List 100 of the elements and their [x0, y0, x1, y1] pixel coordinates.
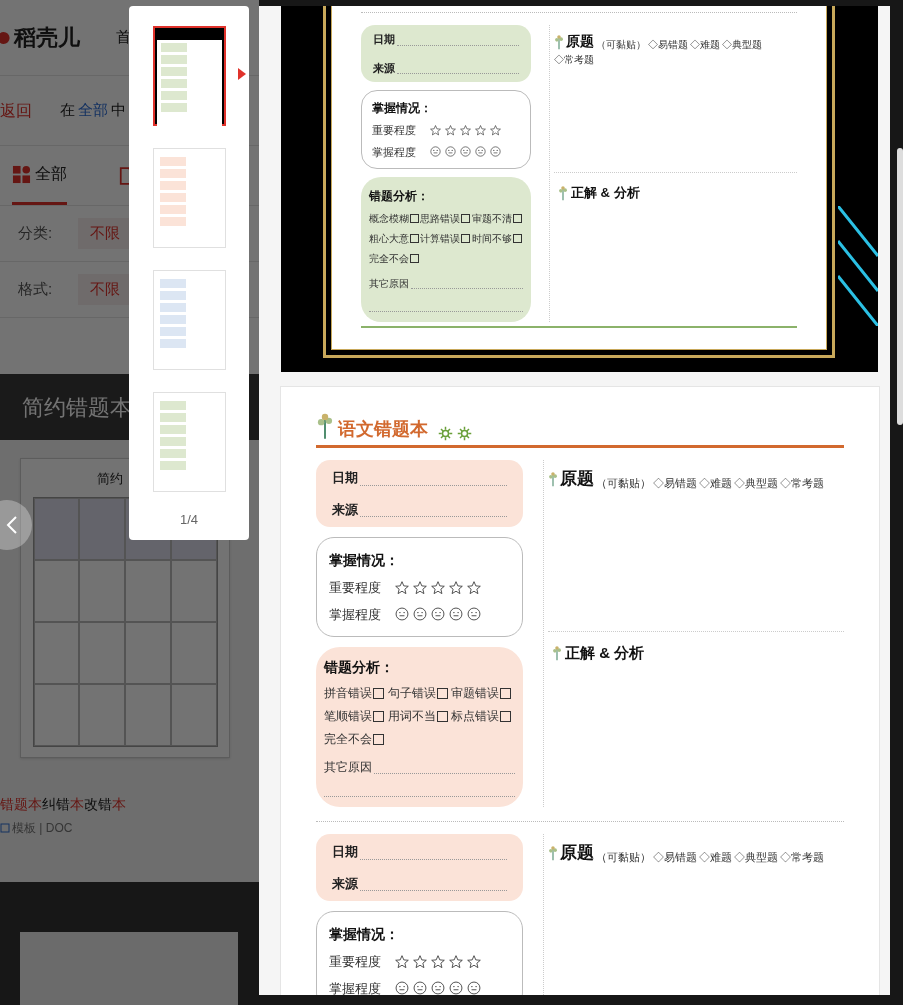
option-label: 完全不会: [324, 731, 372, 748]
face-icon: [413, 981, 427, 995]
star-icon: [490, 124, 501, 136]
preview-title: 简约: [97, 470, 123, 488]
face-icon: [475, 146, 486, 158]
checkbox[interactable]: [373, 733, 384, 745]
question-type-label: ◇易错题: [653, 850, 697, 865]
scrollbar-thumb[interactable]: [897, 148, 903, 425]
tree-icon: [554, 33, 564, 50]
checkbox[interactable]: [500, 710, 512, 722]
checkbox[interactable]: [512, 234, 522, 243]
checkbox[interactable]: [500, 687, 512, 699]
section-title: 掌握情况：: [329, 925, 400, 944]
option-label: 计算错误: [420, 232, 461, 246]
face-icon: [460, 146, 471, 158]
star-icon: [413, 954, 427, 969]
field-label: 来源: [332, 874, 358, 893]
option-label: 粗心大意: [369, 232, 409, 246]
paste-note: （可黏贴）: [596, 476, 651, 491]
section-title: 原题: [560, 468, 594, 490]
nav-link[interactable]: 首: [116, 26, 131, 49]
rating-label: 掌握程度: [329, 605, 381, 624]
face-icon: [430, 146, 441, 158]
checkbox[interactable]: [461, 214, 471, 223]
face-icon: [467, 607, 481, 622]
checkbox[interactable]: [410, 254, 419, 263]
field-label: 日期: [332, 469, 358, 487]
face-icon: [490, 146, 501, 158]
question-type-label: ◇典型题: [734, 850, 778, 865]
option-label: 完全不会: [369, 252, 409, 266]
scope-text: 中: [111, 100, 126, 121]
checkbox[interactable]: [512, 214, 522, 223]
category-tab[interactable]: 全部: [12, 146, 67, 205]
checkbox[interactable]: [373, 687, 384, 699]
rating-label: 重要程度: [372, 123, 416, 138]
section-title: 错题分析：: [324, 658, 395, 677]
pointer-icon: [237, 68, 246, 80]
star-icon: [449, 580, 463, 595]
template-title[interactable]: 错题本纠错本改错本: [0, 794, 259, 815]
star-icon: [460, 124, 471, 136]
option-label: 标点错误: [451, 708, 500, 725]
scope-link[interactable]: 全部: [78, 99, 108, 122]
question-type-label: ◇难题: [699, 850, 732, 865]
page-title: 语文错题本: [338, 418, 428, 441]
filter-label: 格式:: [18, 279, 53, 300]
banner-title: 简约错题本: [22, 393, 132, 422]
star-icon: [467, 580, 481, 595]
checkbox[interactable]: [461, 234, 471, 243]
section-title: 原题: [560, 842, 594, 864]
face-icon: [445, 146, 456, 158]
section-title: 掌握情况：: [329, 551, 400, 570]
option-label: 句子错误: [387, 685, 436, 702]
face-icon: [449, 981, 463, 995]
field-label: 日期: [373, 32, 395, 47]
option-label: 审题错误: [451, 685, 500, 702]
question-type-label: ◇典型题: [722, 38, 762, 52]
chevron-left-icon: [6, 515, 18, 535]
question-type-label: ◇典型题: [734, 476, 778, 491]
section-title: 原题: [566, 32, 594, 51]
field-label: 来源: [373, 60, 395, 76]
face-icon: [395, 607, 409, 622]
option-label: 思路错误: [420, 212, 461, 226]
section-title: 错题分析：: [369, 188, 430, 205]
checkbox[interactable]: [410, 214, 419, 223]
back-link[interactable]: 返回: [0, 98, 32, 123]
question-type-label: ◇常考题: [554, 53, 594, 67]
paste-note: （可黏贴）: [596, 38, 646, 52]
checkbox[interactable]: [373, 710, 384, 722]
gear-icon: [457, 426, 472, 441]
field-label: 其它原因: [369, 277, 409, 291]
logo-text[interactable]: 稻壳儿: [14, 21, 80, 54]
option-label: 拼音错误: [324, 685, 372, 702]
paste-note: （可黏贴）: [596, 850, 651, 865]
tree-icon: [552, 645, 562, 662]
scope-text: 在: [60, 100, 75, 121]
face-icon: [467, 981, 481, 995]
face-icon: [431, 607, 445, 622]
star-icon: [395, 580, 409, 595]
option-label: 时间不够: [471, 232, 512, 246]
question-type-label: ◇难题: [690, 38, 720, 52]
checkbox[interactable]: [436, 687, 448, 699]
rating-label: 掌握程度: [372, 144, 416, 160]
tree-icon: [548, 470, 558, 487]
gear-icon: [438, 426, 453, 441]
rating-label: 重要程度: [329, 953, 381, 971]
filter-label: 分类:: [18, 223, 53, 244]
star-icon: [475, 124, 486, 136]
page-counter: 1/4: [179, 511, 199, 529]
star-icon: [395, 954, 409, 969]
option-label: 笔顺错误: [324, 708, 372, 725]
tree-icon: [548, 844, 558, 861]
rating-label: 掌握程度: [329, 979, 381, 995]
checkbox[interactable]: [436, 710, 448, 722]
star-icon: [431, 580, 445, 595]
checkbox[interactable]: [410, 234, 419, 243]
section-title: 正解 & 分析: [571, 184, 640, 202]
question-type-label: ◇常考题: [780, 850, 824, 865]
star-icon: [413, 580, 427, 595]
question-type-label: ◇易错题: [648, 38, 688, 52]
option-label: 审题不清: [471, 212, 512, 226]
